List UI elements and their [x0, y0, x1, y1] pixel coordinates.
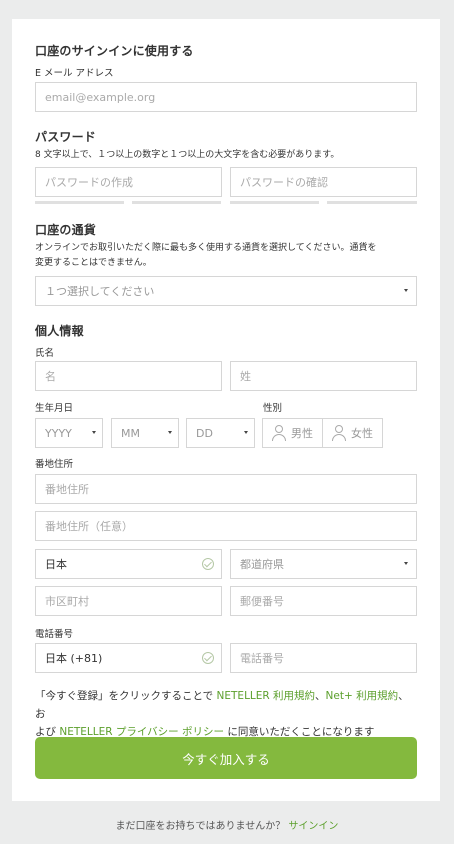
dob-day-value: DD	[196, 426, 213, 440]
gender-female-label: 女性	[351, 427, 373, 440]
password-confirm-field[interactable]: パスワードの確認	[230, 167, 417, 197]
phone-label: 電話番号	[35, 629, 74, 640]
first-name-field[interactable]: 名	[35, 361, 222, 391]
prefecture-select-value: 都道府県	[240, 558, 284, 571]
netplus-terms-link[interactable]: Net+ 利用規約	[326, 690, 399, 702]
name-label: 氏名	[35, 348, 55, 359]
password-strength-bar-3	[230, 201, 319, 204]
currency-select-value: １つ選択してください	[45, 285, 155, 298]
postal-code-field[interactable]: 郵便番号	[230, 586, 417, 616]
last-name-field[interactable]: 姓	[230, 361, 417, 391]
terms-text: 「今すぐ登録」をクリックすることで NETELLER 利用規約、Net+ 利用規…	[35, 687, 419, 741]
currency-section-title: 口座の通貨	[35, 223, 97, 237]
gender-label: 性別	[263, 403, 283, 414]
password-create-field[interactable]: パスワードの作成	[35, 167, 222, 197]
chevron-down-icon	[244, 431, 248, 434]
phone-number-field[interactable]: 電話番号	[230, 643, 417, 673]
chevron-down-icon	[404, 289, 408, 292]
phone-country-value: 日本 (+81)	[45, 652, 103, 665]
email-label: E メール アドレス	[35, 68, 114, 79]
currency-select[interactable]: １つ選択してください	[35, 276, 417, 306]
address-line1-field[interactable]: 番地住所	[35, 474, 417, 504]
email-field[interactable]: email@example.org	[35, 82, 417, 112]
country-select[interactable]: 日本	[35, 549, 222, 579]
password-strength-bar-1	[35, 201, 124, 204]
dob-day-select[interactable]: DD	[186, 418, 255, 448]
gender-female-button[interactable]: 女性	[322, 418, 383, 448]
account-section-title: 口座のサインインに使用する	[35, 44, 194, 58]
signin-link[interactable]: サインイン	[288, 821, 338, 832]
join-now-button[interactable]: 今すぐ加入する	[35, 737, 417, 779]
chevron-down-icon	[92, 431, 96, 434]
terms-text-part: 「今すぐ登録」をクリックすることで	[35, 690, 217, 702]
signin-prompt: まだ口座をお持ちではありませんか？ サインイン	[0, 817, 454, 832]
personal-section-title: 個人情報	[35, 324, 84, 338]
password-section-title: パスワード	[35, 130, 97, 144]
dob-label: 生年月日	[35, 403, 74, 414]
password-strength-bar-2	[132, 201, 221, 204]
person-icon	[272, 425, 286, 441]
currency-hint: オンラインでお取引いただく際に最も多く使用する通貨を選択してください。通貨を 変…	[35, 241, 419, 271]
neteller-terms-link[interactable]: NETELLER 利用規約	[217, 690, 316, 702]
terms-line-1: 「今すぐ登録」をクリックすることで NETELLER 利用規約、Net+ 利用規…	[35, 687, 419, 723]
chevron-down-icon	[404, 562, 408, 565]
currency-hint-line-1: オンラインでお取引いただく際に最も多く使用する通貨を選択してください。通貨を	[35, 243, 377, 253]
password-strength-bar-4	[327, 201, 417, 204]
address-line2-field[interactable]: 番地住所（任意）	[35, 511, 417, 541]
dob-month-value: MM	[121, 426, 140, 440]
gender-male-button[interactable]: 男性	[262, 418, 323, 448]
country-select-value: 日本	[45, 558, 67, 571]
chevron-down-icon	[168, 431, 172, 434]
person-icon	[332, 425, 346, 441]
address-label: 番地住所	[35, 459, 74, 470]
terms-separator: 、	[315, 690, 326, 702]
dob-year-select[interactable]: YYYY	[35, 418, 103, 448]
currency-hint-line-2: 変更することはできません。	[35, 258, 152, 268]
prefecture-select[interactable]: 都道府県	[230, 549, 417, 579]
check-circle-icon	[202, 652, 214, 664]
city-field[interactable]: 市区町村	[35, 586, 222, 616]
signin-prompt-text: まだ口座をお持ちではありませんか？	[115, 821, 289, 832]
check-circle-icon	[202, 558, 214, 570]
phone-country-select[interactable]: 日本 (+81)	[35, 643, 222, 673]
dob-month-select[interactable]: MM	[111, 418, 179, 448]
dob-year-value: YYYY	[45, 426, 72, 440]
password-hint: 8 文字以上で、１つ以上の数字と１つ以上の大文字を含む必要があります。	[35, 150, 340, 160]
gender-male-label: 男性	[291, 427, 313, 440]
